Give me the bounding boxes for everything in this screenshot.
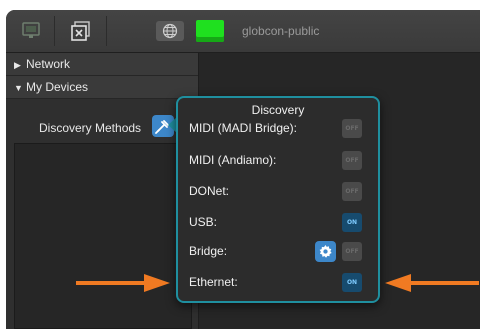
sidebar-item-network[interactable]: ▶ Network <box>6 53 198 76</box>
discovery-label: DONet: <box>189 184 230 198</box>
right-arrow-annotation <box>385 274 479 292</box>
toolbar: globcon-public <box>6 10 480 53</box>
discovery-row-midi-andiamo: MIDI (Andiamo): OFF <box>189 150 370 172</box>
expand-triangle-icon: ▶ <box>14 60 21 70</box>
discovery-label: MIDI (MADI Bridge): <box>189 121 298 135</box>
midi-madi-toggle[interactable]: OFF <box>342 119 362 138</box>
left-arrow-annotation <box>76 274 170 292</box>
toolbar-divider <box>54 16 55 46</box>
donet-toggle[interactable]: OFF <box>342 182 362 201</box>
toolbar-divider <box>106 16 107 46</box>
midi-andiamo-toggle[interactable]: OFF <box>342 151 362 170</box>
device-monitor-icon[interactable] <box>18 19 44 43</box>
network-color-swatch[interactable] <box>196 20 224 42</box>
discovery-label: MIDI (Andiamo): <box>189 153 277 167</box>
popover-title: Discovery <box>251 103 305 117</box>
close-window-icon[interactable] <box>68 19 94 43</box>
discovery-row-bridge: Bridge: OFF <box>189 241 370 263</box>
discovery-row-midi-madi: MIDI (MADI Bridge): OFF <box>189 118 370 140</box>
usb-toggle[interactable]: ON <box>342 213 362 232</box>
discovery-label: Bridge: <box>189 244 228 258</box>
globe-icon[interactable] <box>156 21 184 41</box>
sidebar-item-label: Network <box>26 57 71 71</box>
network-name: globcon-public <box>242 24 320 38</box>
sidebar-item-my-devices[interactable]: ▼ My Devices <box>6 76 198 99</box>
discovery-row-donet: DONet: OFF <box>189 181 370 203</box>
discovery-popover: Discovery MIDI (MADI Bridge): OFF MIDI (… <box>176 96 380 303</box>
gear-icon[interactable] <box>315 241 336 262</box>
collapse-triangle-icon: ▼ <box>14 83 23 93</box>
ethernet-toggle[interactable]: ON <box>342 273 362 292</box>
sidebar-item-label: My Devices <box>26 80 89 94</box>
discovery-label: Ethernet: <box>189 275 238 289</box>
bridge-toggle[interactable]: OFF <box>342 242 362 261</box>
discovery-label: USB: <box>189 215 218 229</box>
discovery-row-ethernet: Ethernet: ON <box>189 272 370 294</box>
device-list[interactable] <box>14 143 192 329</box>
discovery-row-usb: USB: ON <box>189 212 370 234</box>
discovery-methods-label: Discovery Methods <box>39 121 142 135</box>
